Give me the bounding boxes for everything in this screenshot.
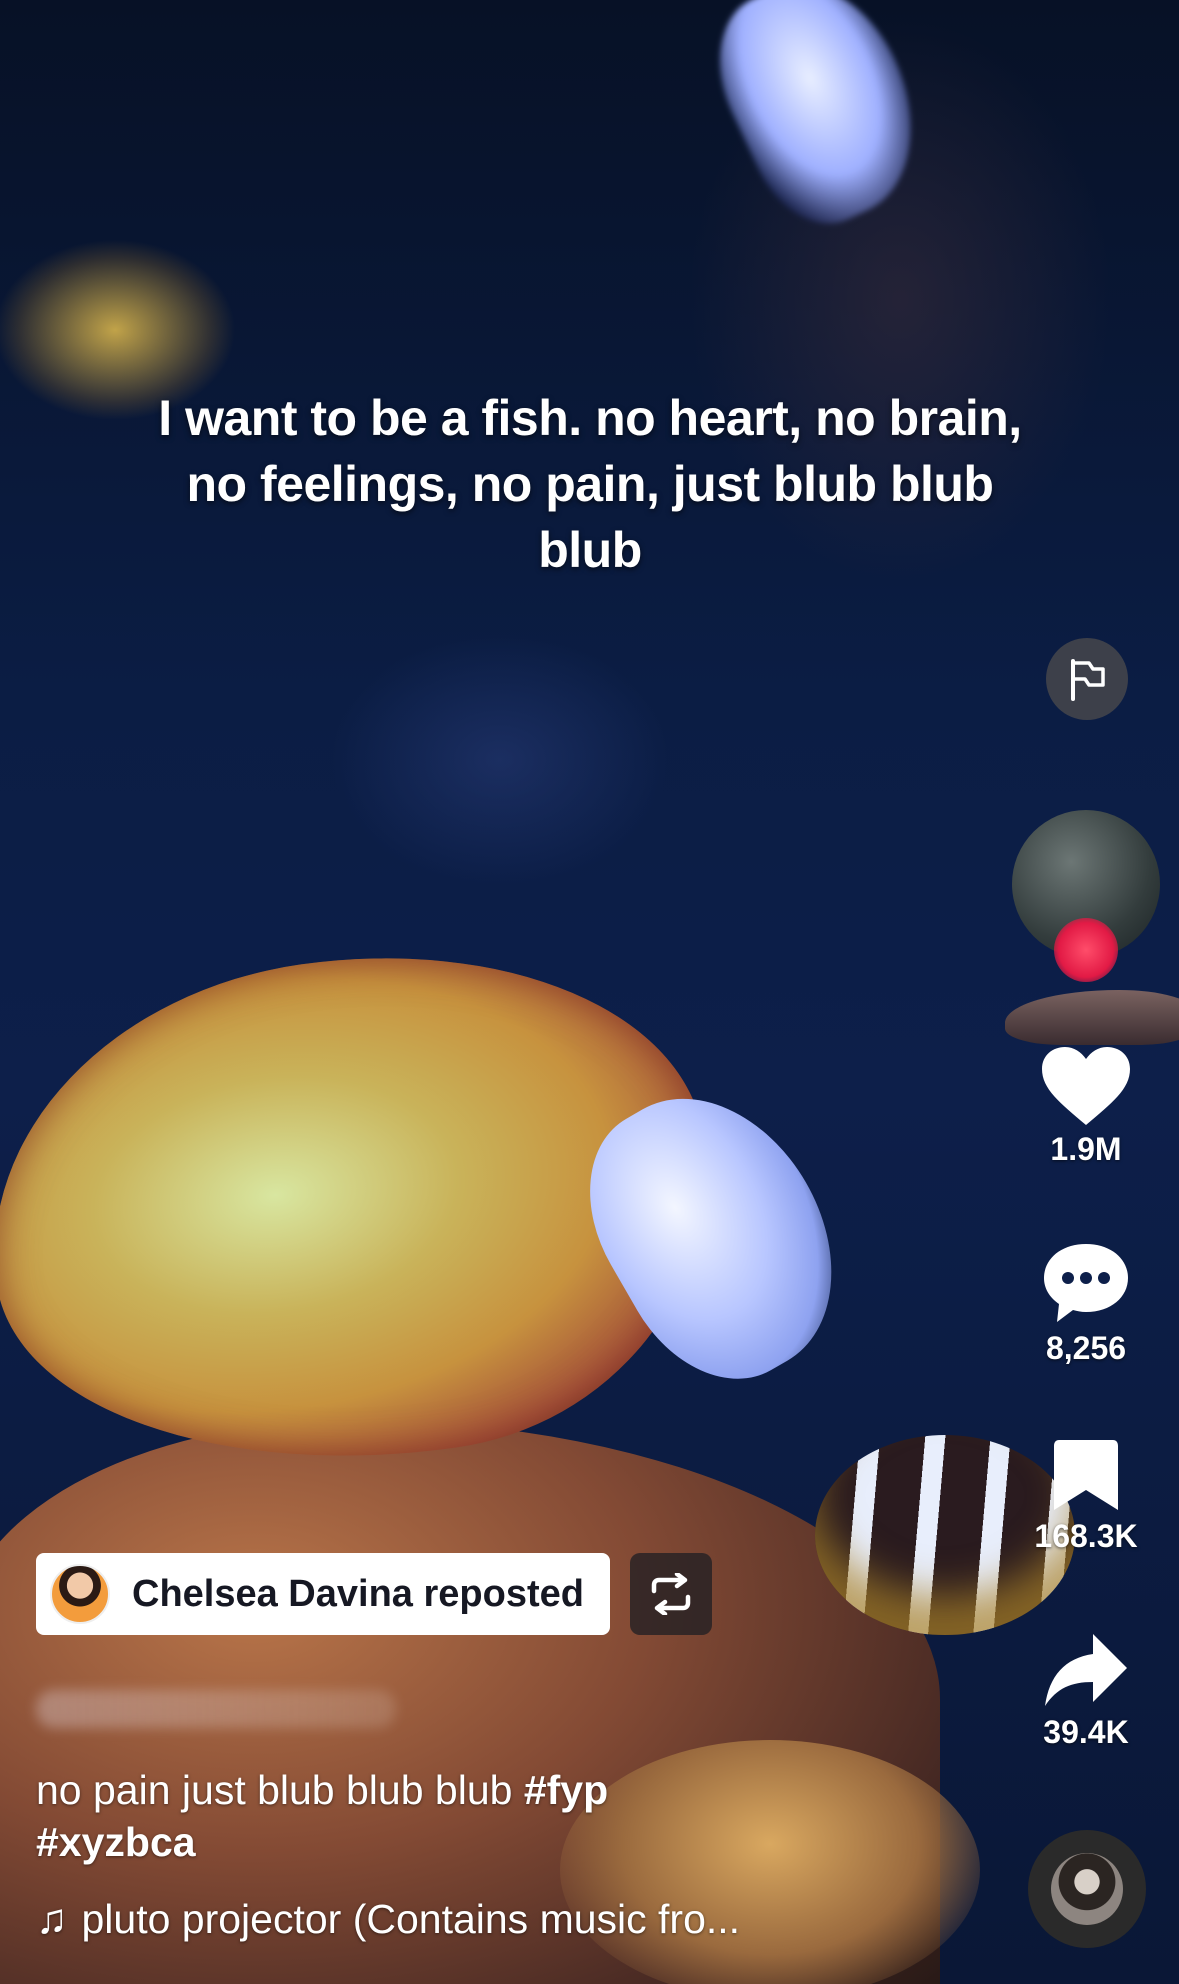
- bookmark-icon: [1054, 1440, 1118, 1510]
- share-arrow-icon: [1045, 1634, 1127, 1706]
- repost-label: Chelsea Davina reposted: [132, 1572, 584, 1615]
- hashtag-link[interactable]: #xyzbca: [36, 1819, 196, 1865]
- bookmark-button[interactable]: 168.3K: [1016, 1438, 1156, 1555]
- reposter-avatar: [50, 1564, 110, 1624]
- bookmark-count: 168.3K: [1034, 1518, 1138, 1554]
- share-button[interactable]: 39.4K: [1016, 1630, 1156, 1751]
- music-cover-image: [1051, 1853, 1123, 1925]
- repost-indicator[interactable]: Chelsea Davina reposted: [36, 1553, 610, 1635]
- music-disc-button[interactable]: [1028, 1830, 1146, 1948]
- video-caption-overlay: I want to be a fish. no heart, no brain,…: [158, 390, 1022, 578]
- blurred-username: [36, 1690, 396, 1728]
- flag-icon: [1071, 659, 1105, 701]
- comment-button[interactable]: 8,256: [1016, 1240, 1156, 1367]
- comment-icon: [1044, 1244, 1128, 1322]
- report-button[interactable]: [1046, 638, 1128, 720]
- fish-image: [692, 0, 948, 245]
- share-count: 39.4K: [1043, 1714, 1129, 1750]
- heart-icon: [1042, 1047, 1130, 1125]
- follow-button[interactable]: [1054, 918, 1118, 982]
- music-title: pluto projector (Contains music fro...: [81, 1895, 741, 1942]
- description-text: no pain just blub blub blub: [36, 1767, 513, 1813]
- hashtag-link[interactable]: #fyp: [524, 1767, 608, 1813]
- music-info[interactable]: ♫ pluto projector (Contains music fro...: [36, 1895, 856, 1943]
- repost-button[interactable]: [630, 1553, 712, 1635]
- decor-image: [1005, 990, 1179, 1045]
- music-note-icon: ♫: [36, 1895, 68, 1942]
- video-description[interactable]: no pain just blub blub blub #fyp #xyzbca: [36, 1764, 756, 1868]
- like-button[interactable]: 1.9M: [1016, 1045, 1156, 1168]
- repost-icon: [651, 1573, 691, 1615]
- video-player[interactable]: [0, 0, 1179, 1984]
- comment-count: 8,256: [1045, 1330, 1127, 1366]
- like-count: 1.9M: [1050, 1131, 1122, 1167]
